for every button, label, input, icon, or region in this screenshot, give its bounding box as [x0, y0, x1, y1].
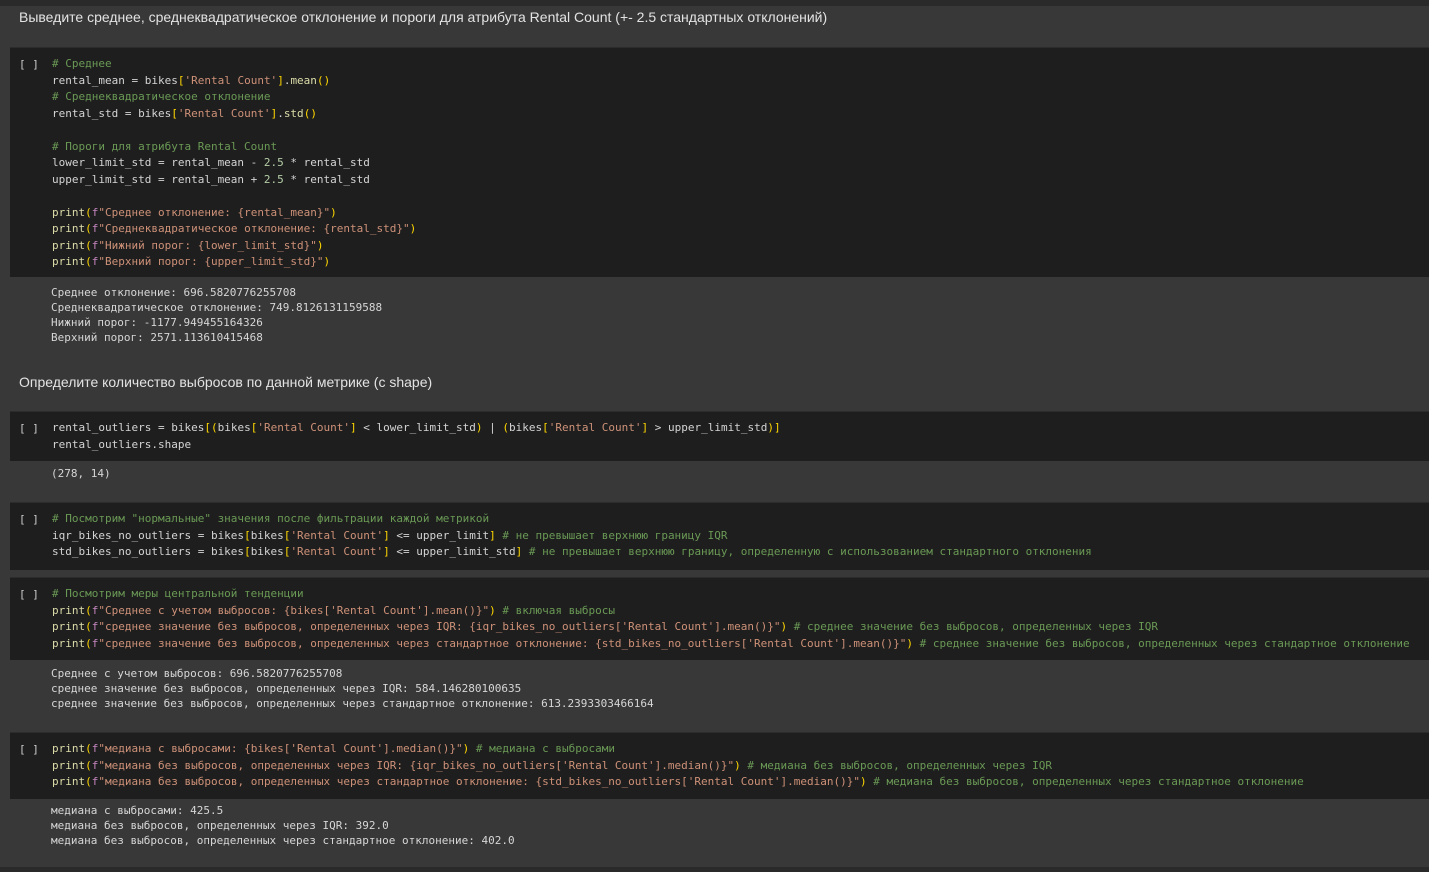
- code-cell-1[interactable]: [ ] # Среднее rental_mean = bikes['Renta…: [10, 47, 1429, 277]
- code-editor-1[interactable]: # Среднее rental_mean = bikes['Rental Co…: [52, 56, 416, 271]
- run-cell-button[interactable]: [ ]: [19, 58, 39, 71]
- output-text-1: Среднее отклонение: 696.5820776255708 Ср…: [51, 286, 383, 344]
- run-cell-button[interactable]: [ ]: [19, 422, 39, 435]
- code-editor-3[interactable]: # Посмотрим "нормальные" значения после …: [52, 511, 1092, 561]
- output-text-4: Среднее с учетом выбросов: 696.582077625…: [51, 667, 654, 710]
- code-editor-2[interactable]: rental_outliers = bikes[(bikes['Rental C…: [52, 420, 781, 453]
- cell-output-1: Среднее отклонение: 696.5820776255708 Ср…: [10, 279, 1429, 349]
- run-cell-button[interactable]: [ ]: [19, 588, 39, 601]
- run-cell-button[interactable]: [ ]: [19, 513, 39, 526]
- markdown-text-2: Определите количество выбросов по данной…: [19, 374, 433, 390]
- code-cell-5[interactable]: [ ] print(f"медиана с выбросами: {bikes[…: [10, 732, 1429, 799]
- cell-output-5: медиана с выбросами: 425.5 медиана без в…: [10, 797, 1429, 855]
- code-editor-5[interactable]: print(f"медиана с выбросами: {bikes['Ren…: [52, 741, 1304, 791]
- run-cell-button[interactable]: [ ]: [19, 743, 39, 756]
- code-cell-4[interactable]: [ ] # Посмотрим меры центральной тенденц…: [10, 577, 1429, 660]
- bottom-bar: [0, 867, 1429, 872]
- markdown-cell-1[interactable]: Выведите среднее, среднеквадратическое о…: [10, 9, 1429, 39]
- top-bar: [0, 0, 1429, 6]
- markdown-cell-2[interactable]: Определите количество выбросов по данной…: [10, 374, 1429, 404]
- code-cell-2[interactable]: [ ] rental_outliers = bikes[(bikes['Rent…: [10, 411, 1429, 461]
- output-text-5: медиана с выбросами: 425.5 медиана без в…: [51, 804, 515, 847]
- cell-output-4: Среднее с учетом выбросов: 696.582077625…: [10, 660, 1429, 718]
- cell-output-2: (278, 14): [10, 460, 1429, 496]
- markdown-text-1: Выведите среднее, среднеквадратическое о…: [19, 9, 828, 25]
- output-text-2: (278, 14): [51, 467, 111, 480]
- code-cell-3[interactable]: [ ] # Посмотрим "нормальные" значения по…: [10, 502, 1429, 570]
- code-editor-4[interactable]: # Посмотрим меры центральной тенденции p…: [52, 586, 1410, 652]
